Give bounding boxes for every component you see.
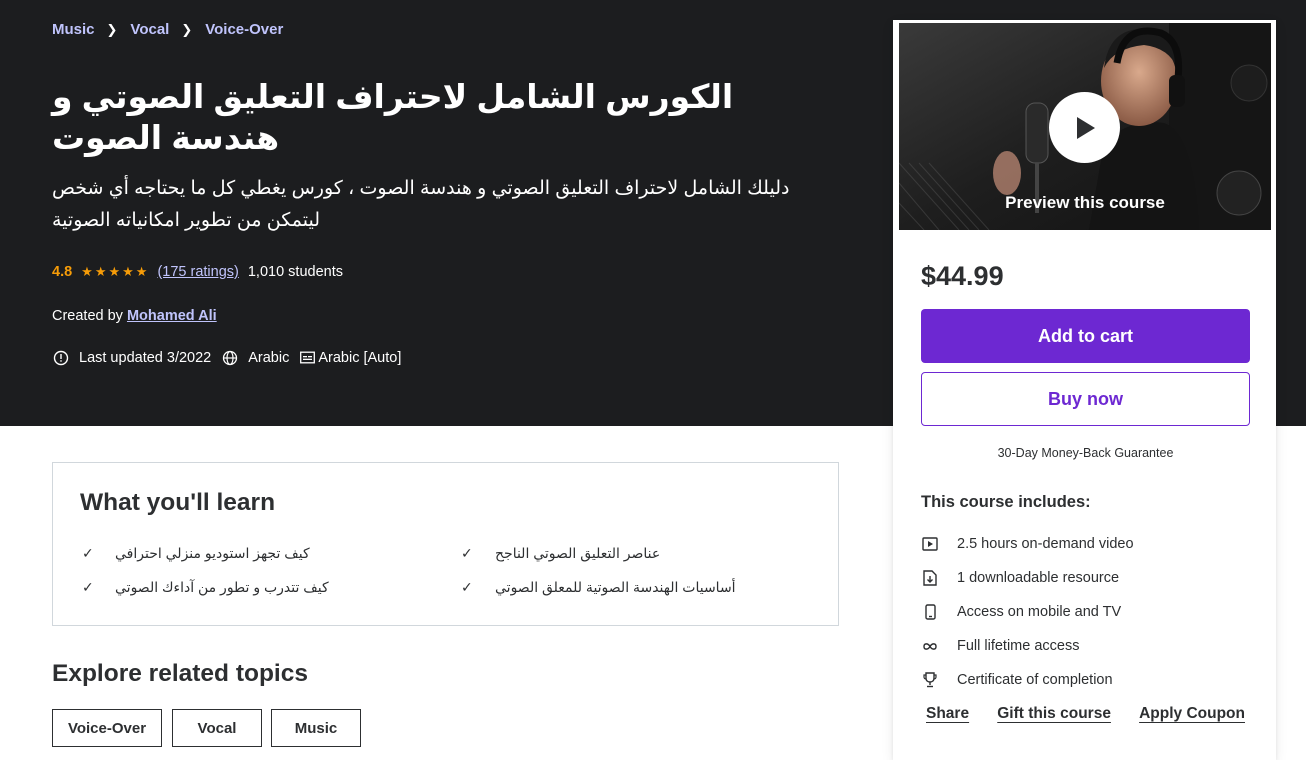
trophy-icon [921,671,939,689]
star-icon: ★ [94,264,107,279]
mobile-icon [921,603,939,621]
money-back-guarantee: 30-Day Money-Back Guarantee [997,446,1174,460]
star-rating: ★ ★ ★ ★ ★ [81,264,149,280]
file-download-icon [921,569,939,587]
share-button[interactable]: Share [921,705,974,723]
captions-text: Arabic [Auto] [318,349,402,366]
star-icon: ★ [122,264,134,279]
related-topics-title: Explore related topics [52,660,308,687]
ratings-count-link[interactable]: (175 ratings) [157,264,238,280]
include-label: Full lifetime access [957,638,1080,654]
what-you-learn-box: What you'll learn ✓ عناصر التعليق الصوتي… [52,462,839,626]
chevron-right-icon: ❯ [181,21,193,37]
last-updated-text: Last updated 3/2022 [79,349,212,366]
topic-music-button[interactable]: Music [271,709,361,747]
chevron-right-icon: ❯ [106,21,118,37]
list-item: Certificate of completion [921,663,1134,697]
language-text: Arabic [248,349,290,366]
learn-item-text: كيف تتدرب و تطور من آداءك الصوتي [115,579,329,595]
star-icon: ★ [135,264,148,279]
include-label: 1 downloadable resource [957,570,1120,586]
gift-course-button[interactable]: Gift this course [992,705,1116,723]
breadcrumb: Music ❯ Vocal ❯ Voice-Over [52,21,283,38]
infinity-icon [921,637,939,655]
check-icon: ✓ [82,579,94,595]
buy-now-button[interactable]: Buy now [921,372,1250,426]
learn-item-text: أساسيات الهندسة الصوتية للمعلق الصوتي [495,579,736,595]
list-item: Full lifetime access [921,629,1134,663]
includes-list: 2.5 hours on-demand video 1 downloadable… [921,527,1134,697]
last-updated: Last updated 3/2022 [52,349,211,366]
learn-item-text: عناصر التعليق الصوتي الناجح [495,545,661,561]
list-item: 1 downloadable resource [921,561,1134,595]
topic-voice-over-button[interactable]: Voice-Over [52,709,162,747]
preview-course-label: Preview this course [1005,193,1165,212]
breadcrumb-music[interactable]: Music [52,21,95,38]
rating-row: 4.8 ★ ★ ★ ★ ★ (175 ratings) 1,010 studen… [52,264,343,280]
check-icon: ✓ [461,579,473,595]
apply-coupon-button[interactable]: Apply Coupon [1134,705,1250,723]
students-count: 1,010 students [247,264,343,280]
breadcrumb-voice-over[interactable]: Voice-Over [205,21,283,38]
course-preview-video[interactable]: Preview this course [899,23,1271,230]
created-by: Created by Mohamed Ali [52,308,217,324]
list-item: Access on mobile and TV [921,595,1134,629]
language: Arabic [221,349,289,366]
include-label: 2.5 hours on-demand video [957,536,1134,552]
instructor-link[interactable]: Mohamed Ali [127,308,217,324]
add-to-cart-button[interactable]: Add to cart [921,309,1250,363]
course-price: $44.99 [921,261,1004,291]
includes-title: This course includes: [921,493,1091,511]
video-icon [921,535,939,553]
what-you-learn-title: What you'll learn [80,489,276,516]
captions: Arabic [Auto] [299,349,401,366]
created-by-label: Created by [52,308,123,324]
check-icon: ✓ [82,545,94,561]
course-meta: Last updated 3/2022 Arabic Arabic [Auto] [52,349,411,366]
star-icon: ★ [81,264,93,279]
captions-icon [299,349,316,366]
check-icon: ✓ [461,545,473,561]
play-icon [1076,116,1095,139]
breadcrumb-vocal[interactable]: Vocal [130,21,169,38]
purchase-sidebar: Preview this course $44.99 Add to cart B… [893,20,1276,760]
course-subtitle: دليلك الشامل لاحتراف التعليق الصوتي و هن… [52,178,790,231]
topic-vocal-button[interactable]: Vocal [172,709,262,747]
learn-item-text: كيف تجهز استوديو منزلي احترافي [115,545,310,561]
play-button[interactable] [1049,92,1120,163]
sidebar-actions: Share Gift this course Apply Coupon [921,705,1250,723]
globe-icon [221,349,238,366]
include-label: Certificate of completion [957,672,1113,688]
list-item: 2.5 hours on-demand video [921,527,1134,561]
course-title: الكورس الشامل لاحتراف التعليق الصوتي و ه… [52,78,734,156]
rating-value: 4.8 [52,264,73,280]
include-label: Access on mobile and TV [957,604,1122,620]
star-icon: ★ [108,264,121,279]
alert-clock-icon [52,349,69,366]
